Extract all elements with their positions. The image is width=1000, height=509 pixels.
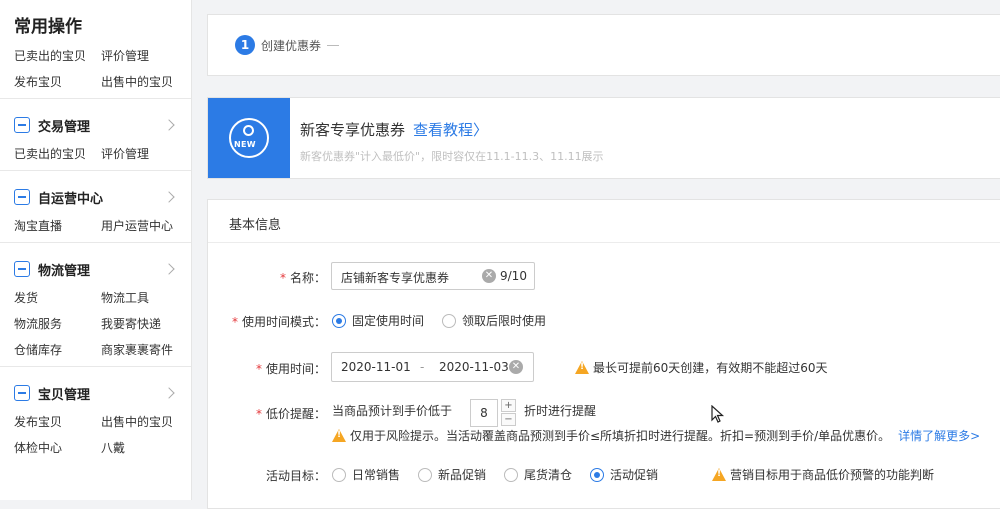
clear-icon[interactable]: ✕ <box>509 360 523 374</box>
logistics-title: 物流管理 <box>38 263 91 279</box>
chevron-right-icon <box>163 191 175 203</box>
name-char-counter: 9/10 <box>500 269 527 283</box>
trade-management-section: 交易管理 已卖出的宝贝 评价管理 <box>0 99 191 171</box>
book-icon <box>14 261 30 277</box>
sidebar-link-other[interactable]: 八戴 <box>101 439 188 456</box>
item-management-header[interactable]: 宝贝管理 <box>14 381 191 405</box>
view-tutorial-link[interactable]: 查看教程〉 <box>413 121 488 139</box>
trade-management-header[interactable]: 交易管理 <box>14 113 191 137</box>
low-price-warning: 仅用于风险提示。当活动覆盖商品预测到手价≤所填折扣时进行提醒。折扣=预测到手价/… <box>332 427 980 444</box>
sidebar-link-sold-items[interactable]: 已卖出的宝贝 <box>14 145 101 162</box>
sidebar-link-publish-item[interactable]: 发布宝贝 <box>14 73 101 90</box>
sidebar-link-ship[interactable]: 发货 <box>14 289 101 306</box>
target-radio-group: 日常销售 新品促销 尾货清仓 活动促销 <box>332 466 676 483</box>
sidebar-link-send-express[interactable]: 我要寄快递 <box>101 315 188 332</box>
banner-subtitle: 新客优惠券"计入最低价"，限时容仅在11.1-11.3、11.11展示 <box>300 150 604 163</box>
radio-daily-sales[interactable]: 日常销售 <box>332 466 400 483</box>
sidebar-link-user-operation[interactable]: 用户运营中心 <box>101 217 188 234</box>
sidebar-link-sold-items[interactable]: 已卖出的宝贝 <box>14 47 101 64</box>
step-indicator: 1 创建优惠券 <box>207 14 1000 76</box>
sidebar-link-reviews[interactable]: 评价管理 <box>101 47 188 64</box>
chat-icon <box>14 189 30 205</box>
low-price-suffix: 折时进行提醒 <box>524 404 597 418</box>
banner-title: 新客专享优惠券 <box>300 121 406 139</box>
warning-icon <box>332 429 346 442</box>
chevron-right-icon <box>163 263 175 275</box>
step-label: 创建优惠券 <box>261 38 322 53</box>
mouse-cursor-icon <box>711 405 725 423</box>
date-separator: - <box>420 360 425 374</box>
sidebar-link-publish-item[interactable]: 发布宝贝 <box>14 413 101 430</box>
time-mode-radio-group: 固定使用时间 领取后限时使用 <box>332 312 564 329</box>
sidebar: 常用操作 已卖出的宝贝 评价管理 发布宝贝 出售中的宝贝 交易管理 已卖出的宝贝… <box>0 0 192 500</box>
use-time-label: * 使用时间： <box>255 362 326 376</box>
step-number: 1 <box>235 35 255 55</box>
sidebar-link-taobao-live[interactable]: 淘宝直播 <box>14 217 101 234</box>
warning-icon <box>575 361 589 374</box>
basic-info-panel: 基本信息 * 名称： 店铺新客专享优惠券 ✕ 9/10 * 使用时间模式： 固定使用… <box>207 199 1000 509</box>
new-badge: NEW <box>234 140 256 149</box>
sidebar-link-logistics-service[interactable]: 物流服务 <box>14 315 101 332</box>
radio-limited-after-claim[interactable]: 领取后限时使用 <box>442 312 546 329</box>
section-divider <box>208 242 1000 243</box>
self-operation-header[interactable]: 自运营中心 <box>14 185 191 209</box>
step-connector <box>327 44 340 46</box>
chevron-right-icon <box>163 387 175 399</box>
clear-icon[interactable]: ✕ <box>482 269 496 283</box>
low-price-label: * 低价提醒： <box>255 407 326 421</box>
target-label: 活动目标： <box>265 469 326 483</box>
self-operation-title: 自运营中心 <box>38 191 104 207</box>
sidebar-link-items-on-sale[interactable]: 出售中的宝贝 <box>101 413 188 430</box>
sidebar-link-merchant-parcel[interactable]: 商家裹裹寄件 <box>101 341 188 358</box>
document-icon <box>14 117 30 133</box>
low-price-prefix: 当商品预计到手价低于 <box>332 404 453 418</box>
new-user-icon: NEW <box>208 98 290 178</box>
radio-fixed-time[interactable]: 固定使用时间 <box>332 312 424 329</box>
target-warning: 营销目标用于商品低价预警的功能判断 <box>712 466 934 483</box>
banner-title-row: 新客专享优惠券 查看教程〉 <box>300 119 488 140</box>
trade-management-title: 交易管理 <box>38 119 91 135</box>
time-mode-label: * 使用时间模式： <box>231 315 326 329</box>
decrement-button[interactable]: − <box>501 413 516 426</box>
use-time-warning: 最长可提前60天创建，有效期不能超过60天 <box>575 359 828 376</box>
learn-more-link[interactable]: 详情了解更多> <box>898 427 980 444</box>
item-management-title: 宝贝管理 <box>38 387 91 403</box>
end-date: 2020-11-03 <box>439 360 509 374</box>
logistics-section: 物流管理 发货 物流工具 物流服务 我要寄快递 仓储库存 商家裹裹寄件 <box>0 243 191 367</box>
radio-new-product[interactable]: 新品促销 <box>418 466 486 483</box>
main-content: 1 创建优惠券 NEW 新客专享优惠券 查看教程〉 新客优惠券"计入最低价"，限时… <box>207 0 1000 509</box>
new-customer-banner: NEW 新客专享优惠券 查看教程〉 新客优惠券"计入最低价"，限时容仅在11.1-… <box>207 97 1000 179</box>
self-operation-section: 自运营中心 淘宝直播 用户运营中心 <box>0 171 191 243</box>
name-input-value: 店铺新客专享优惠券 <box>341 271 450 285</box>
radio-clearance[interactable]: 尾货清仓 <box>504 466 572 483</box>
name-label: * 名称： <box>279 271 326 285</box>
radio-event-promo[interactable]: 活动促销 <box>590 466 658 483</box>
logistics-header[interactable]: 物流管理 <box>14 257 191 281</box>
date-range-input[interactable]: 2020-11-01 - 2020-11-03 ✕ <box>331 352 534 382</box>
sidebar-link-logistics-tools[interactable]: 物流工具 <box>101 289 188 306</box>
common-operations-title: 常用操作 <box>14 17 82 37</box>
start-date: 2020-11-01 <box>341 360 411 374</box>
box-icon <box>14 385 30 401</box>
item-management-section: 宝贝管理 发布宝贝 出售中的宝贝 体检中心 八戴 <box>0 367 191 464</box>
section-title: 基本信息 <box>229 218 282 233</box>
discount-input[interactable]: 8 <box>470 399 498 427</box>
sidebar-link-warehouse[interactable]: 仓储库存 <box>14 341 101 358</box>
name-input[interactable]: 店铺新客专享优惠券 ✕ 9/10 <box>331 262 535 290</box>
increment-button[interactable]: + <box>501 399 516 412</box>
sidebar-link-health-check[interactable]: 体检中心 <box>14 439 101 456</box>
sidebar-link-reviews[interactable]: 评价管理 <box>101 145 188 162</box>
chevron-right-icon <box>163 119 175 131</box>
sidebar-link-items-on-sale[interactable]: 出售中的宝贝 <box>101 73 188 90</box>
common-operations-section: 常用操作 已卖出的宝贝 评价管理 发布宝贝 出售中的宝贝 <box>0 0 191 99</box>
warning-icon <box>712 468 726 481</box>
